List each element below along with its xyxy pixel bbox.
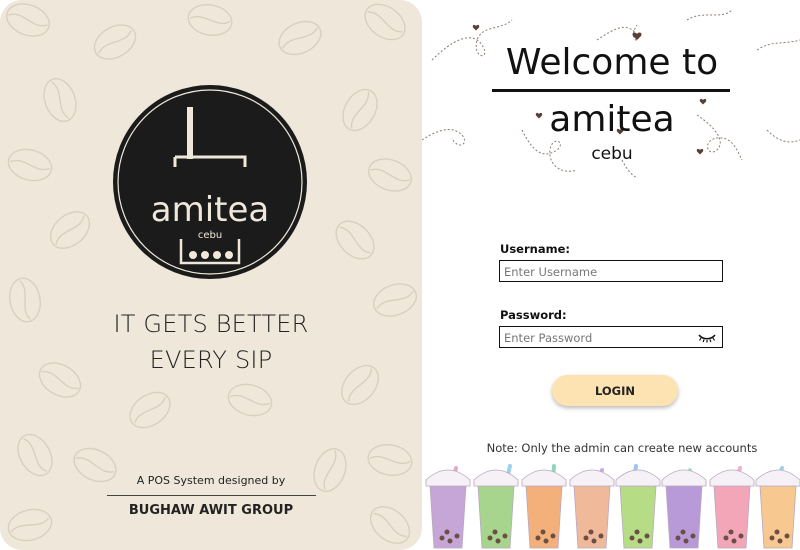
logo-text: amitea xyxy=(151,190,270,230)
username-field[interactable] xyxy=(499,260,723,282)
welcome-heading: Welcome to xyxy=(505,42,719,83)
login-panel: Welcome to amitea cebu Username: Passwor… xyxy=(422,0,800,550)
designed-by-text: A POS System designed by xyxy=(136,474,286,487)
password-input[interactable] xyxy=(500,328,694,348)
login-window: amitea cebu IT GETS BETTER EVERY SIP A P… xyxy=(0,0,800,550)
bubble-tea-cups xyxy=(425,464,800,549)
brand-location: cebu xyxy=(591,144,633,164)
group-name: BUGHAW AWIT GROUP xyxy=(128,503,294,518)
username-label: Username: xyxy=(500,242,570,256)
admin-note: Note: Only the admin can create new acco… xyxy=(486,441,758,455)
branding-panel: amitea cebu IT GETS BETTER EVERY SIP A P… xyxy=(0,0,422,550)
logo-subtext: cebu xyxy=(198,230,222,241)
divider xyxy=(107,495,316,496)
eye-closed-icon[interactable] xyxy=(698,331,716,343)
bubble-tea-logo: amitea cebu xyxy=(111,83,309,281)
login-button[interactable]: LOGIN xyxy=(552,375,678,406)
password-field[interactable] xyxy=(499,326,723,348)
brand-name: amitea xyxy=(549,99,675,140)
password-label: Password: xyxy=(500,308,567,322)
username-input[interactable] xyxy=(500,262,694,282)
tagline-line-2: EVERY SIP xyxy=(149,346,273,374)
welcome-underline xyxy=(492,89,730,92)
tagline: IT GETS BETTER EVERY SIP xyxy=(0,306,422,378)
tagline-line-1: IT GETS BETTER xyxy=(113,310,309,338)
